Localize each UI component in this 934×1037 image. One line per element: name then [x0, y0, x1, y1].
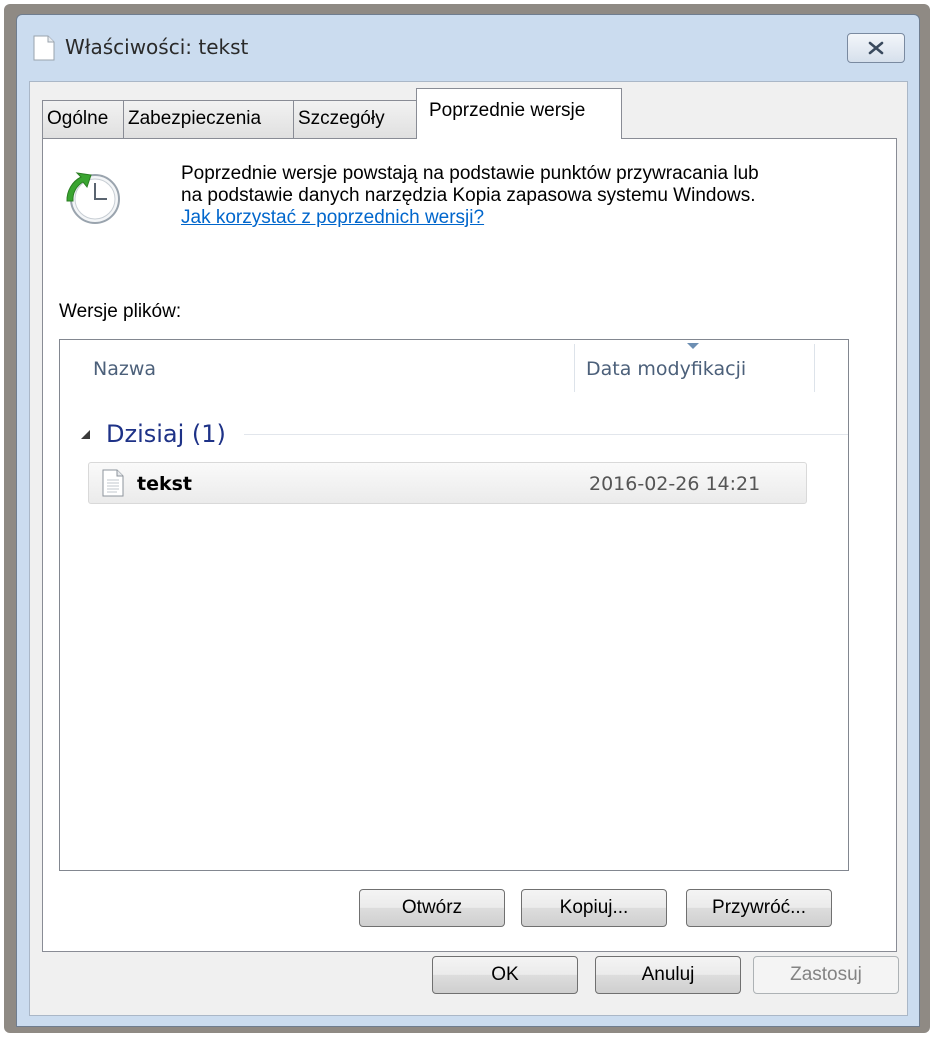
apply-button[interactable]: Zastosuj — [753, 956, 899, 994]
sort-arrow-icon — [687, 343, 699, 349]
ok-button[interactable]: OK — [432, 956, 578, 994]
restore-clock-icon — [66, 172, 120, 224]
description-line-2: na podstawie danych narzędzia Kopia zapa… — [181, 185, 756, 206]
document-icon — [33, 35, 55, 61]
column-separator — [574, 344, 575, 392]
restore-button[interactable]: Przywróć... — [686, 889, 832, 927]
collapse-triangle-icon — [81, 430, 90, 439]
text-file-icon — [102, 469, 124, 497]
column-header-date[interactable]: Data modyfikacji — [586, 358, 746, 380]
dialog-client-area: Ogólne Zabezpieczenia Szczegóły Poprzedn… — [29, 81, 908, 1016]
group-divider — [243, 433, 848, 435]
group-title: Dzisiaj (1) — [106, 420, 226, 448]
group-header-today[interactable]: Dzisiaj (1) — [78, 416, 848, 452]
open-button[interactable]: Otwórz — [359, 889, 505, 927]
table-row[interactable]: tekst 2016-02-26 14:21 — [88, 462, 807, 504]
tab-details[interactable]: Szczegóły — [293, 100, 417, 138]
close-icon — [868, 41, 884, 55]
title-bar[interactable]: Właściwości: tekst — [17, 15, 919, 81]
column-header-name[interactable]: Nazwa — [93, 358, 156, 380]
file-versions-label: Wersje plików: — [59, 301, 182, 322]
column-separator — [814, 344, 815, 392]
row-modified-date: 2016-02-26 14:21 — [589, 473, 761, 495]
row-file-name: tekst — [137, 473, 192, 495]
cancel-button[interactable]: Anuluj — [595, 956, 741, 994]
description-line-1: Poprzednie wersje powstają na podstawie … — [181, 163, 759, 184]
previous-versions-panel: Poprzednie wersje powstają na podstawie … — [42, 138, 897, 952]
close-button[interactable] — [847, 33, 905, 63]
properties-dialog: Właściwości: tekst Ogólne Zabezpieczenia… — [16, 14, 920, 1027]
window-title: Właściwości: tekst — [65, 35, 249, 59]
versions-list[interactable]: Nazwa Data modyfikacji Dzisiaj (1) tekst… — [59, 339, 849, 871]
tab-previous-versions[interactable]: Poprzednie wersje — [416, 88, 622, 139]
tab-general[interactable]: Ogólne — [42, 100, 124, 138]
tab-security[interactable]: Zabezpieczenia — [123, 100, 294, 138]
help-link[interactable]: Jak korzystać z poprzednich wersji? — [181, 207, 484, 228]
description: Poprzednie wersje powstają na podstawie … — [181, 163, 881, 229]
copy-button[interactable]: Kopiuj... — [521, 889, 667, 927]
